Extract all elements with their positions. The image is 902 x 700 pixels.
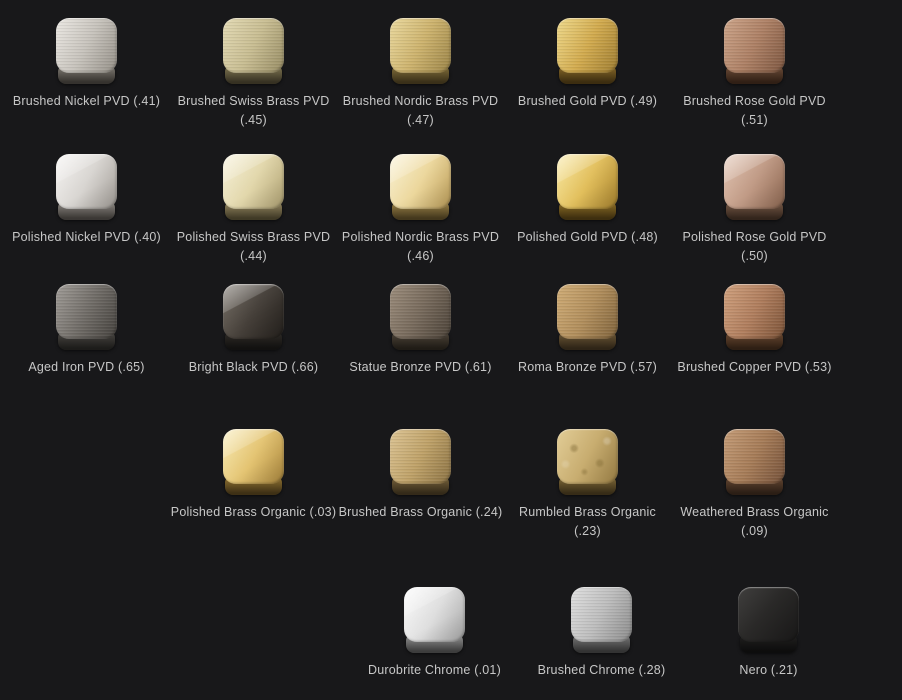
swatch-face xyxy=(390,429,451,484)
finish-option[interactable]: Roma Bronze PVD (.57) xyxy=(504,284,671,377)
finish-swatch[interactable] xyxy=(738,587,799,653)
finish-swatch[interactable] xyxy=(223,154,284,220)
swatch-face xyxy=(571,587,632,642)
swatch-face xyxy=(223,154,284,209)
swatch-face xyxy=(724,18,785,73)
finish-option[interactable]: Durobrite Chrome (.01) xyxy=(351,587,518,680)
finish-label: Brushed Brass Organic (.24) xyxy=(339,503,503,522)
finish-swatch[interactable] xyxy=(223,429,284,495)
finish-label: Weathered Brass Organic (.09) xyxy=(680,503,828,541)
finish-label: Polished Brass Organic (.03) xyxy=(171,503,336,522)
finish-label: Polished Nordic Brass PVD (.46) xyxy=(342,228,499,266)
finish-swatch[interactable] xyxy=(724,154,785,220)
swatch-face xyxy=(557,429,618,484)
finish-swatch[interactable] xyxy=(571,587,632,653)
finish-option[interactable]: Polished Rose Gold PVD (.50) xyxy=(671,154,838,266)
finish-option[interactable]: Brushed Chrome (.28) xyxy=(518,587,685,680)
finish-label: Brushed Gold PVD (.49) xyxy=(518,92,657,111)
finish-label: Durobrite Chrome (.01) xyxy=(368,661,501,680)
finish-option[interactable]: Polished Swiss Brass PVD (.44) xyxy=(170,154,337,266)
finish-row: Polished Nickel PVD (.40) Polished Swiss… xyxy=(3,154,838,266)
finish-swatch[interactable] xyxy=(390,429,451,495)
swatch-face xyxy=(724,429,785,484)
finish-row: Brushed Nickel PVD (.41) Brushed Swiss B… xyxy=(3,18,838,130)
swatch-face xyxy=(557,154,618,209)
finish-option[interactable]: Brushed Copper PVD (.53) xyxy=(671,284,838,377)
finish-option[interactable]: Brushed Rose Gold PVD (.51) xyxy=(671,18,838,130)
finish-row: Aged Iron PVD (.65) Bright Black PVD (.6… xyxy=(3,284,838,377)
finish-label: Polished Gold PVD (.48) xyxy=(517,228,658,247)
finish-swatch[interactable] xyxy=(223,18,284,84)
finish-label: Rumbled Brass Organic (.23) xyxy=(504,503,671,541)
finish-swatch[interactable] xyxy=(724,429,785,495)
swatch-face xyxy=(390,18,451,73)
finish-swatch[interactable] xyxy=(557,154,618,220)
finish-swatch[interactable] xyxy=(390,154,451,220)
finish-option[interactable]: Brushed Gold PVD (.49) xyxy=(504,18,671,130)
finish-label: Brushed Swiss Brass PVD (.45) xyxy=(178,92,330,130)
swatch-face xyxy=(738,587,799,642)
finish-label: Bright Black PVD (.66) xyxy=(189,358,318,377)
swatch-face xyxy=(223,429,284,484)
finish-option[interactable]: Polished Gold PVD (.48) xyxy=(504,154,671,266)
finish-label: Brushed Copper PVD (.53) xyxy=(677,358,831,377)
swatch-face xyxy=(56,284,117,339)
finish-swatch[interactable] xyxy=(56,18,117,84)
finish-option[interactable]: Polished Nickel PVD (.40) xyxy=(3,154,170,266)
finish-label: Polished Nickel PVD (.40) xyxy=(12,228,161,247)
finish-label: Brushed Nordic Brass PVD (.47) xyxy=(343,92,499,130)
finish-row: Polished Brass Organic (.03) Brushed Bra… xyxy=(170,429,838,541)
swatch-face xyxy=(404,587,465,642)
finish-option[interactable]: Polished Brass Organic (.03) xyxy=(170,429,337,541)
finish-option[interactable]: Polished Nordic Brass PVD (.46) xyxy=(337,154,504,266)
swatch-face xyxy=(557,18,618,73)
finish-option[interactable]: Brushed Nickel PVD (.41) xyxy=(3,18,170,130)
finish-option[interactable]: Aged Iron PVD (.65) xyxy=(3,284,170,377)
finish-label: Statue Bronze PVD (.61) xyxy=(349,358,491,377)
finish-option[interactable]: Brushed Nordic Brass PVD (.47) xyxy=(337,18,504,130)
finish-swatch[interactable] xyxy=(223,284,284,350)
finish-row: Durobrite Chrome (.01) Brushed Chrome (.… xyxy=(351,587,852,680)
finish-swatch[interactable] xyxy=(404,587,465,653)
swatch-face xyxy=(223,284,284,339)
swatch-face xyxy=(390,284,451,339)
finish-swatch[interactable] xyxy=(390,284,451,350)
swatch-face xyxy=(223,18,284,73)
finish-option[interactable]: Bright Black PVD (.66) xyxy=(170,284,337,377)
finish-swatch[interactable] xyxy=(724,18,785,84)
finish-swatch[interactable] xyxy=(56,284,117,350)
finish-label: Polished Rose Gold PVD (.50) xyxy=(671,228,838,266)
finish-swatch[interactable] xyxy=(557,18,618,84)
swatch-face xyxy=(390,154,451,209)
finish-grid: Brushed Nickel PVD (.41) Brushed Swiss B… xyxy=(0,0,902,700)
swatch-face xyxy=(56,18,117,73)
finish-label: Polished Swiss Brass PVD (.44) xyxy=(177,228,330,266)
finish-label: Brushed Nickel PVD (.41) xyxy=(13,92,160,111)
finish-option[interactable]: Weathered Brass Organic (.09) xyxy=(671,429,838,541)
finish-option[interactable]: Nero (.21) xyxy=(685,587,852,680)
finish-option[interactable]: Brushed Swiss Brass PVD (.45) xyxy=(170,18,337,130)
swatch-face xyxy=(56,154,117,209)
swatch-face xyxy=(724,284,785,339)
finish-label: Roma Bronze PVD (.57) xyxy=(518,358,657,377)
finish-label: Aged Iron PVD (.65) xyxy=(28,358,144,377)
swatch-face xyxy=(724,154,785,209)
finish-swatch[interactable] xyxy=(724,284,785,350)
finish-option[interactable]: Rumbled Brass Organic (.23) xyxy=(504,429,671,541)
finish-option[interactable]: Brushed Brass Organic (.24) xyxy=(337,429,504,541)
finish-swatch[interactable] xyxy=(56,154,117,220)
finish-label: Brushed Chrome (.28) xyxy=(538,661,666,680)
finish-swatch[interactable] xyxy=(557,284,618,350)
finish-option[interactable]: Statue Bronze PVD (.61) xyxy=(337,284,504,377)
finish-swatch[interactable] xyxy=(390,18,451,84)
finish-label: Brushed Rose Gold PVD (.51) xyxy=(671,92,838,130)
finish-swatch[interactable] xyxy=(557,429,618,495)
swatch-face xyxy=(557,284,618,339)
finish-label: Nero (.21) xyxy=(739,661,797,680)
